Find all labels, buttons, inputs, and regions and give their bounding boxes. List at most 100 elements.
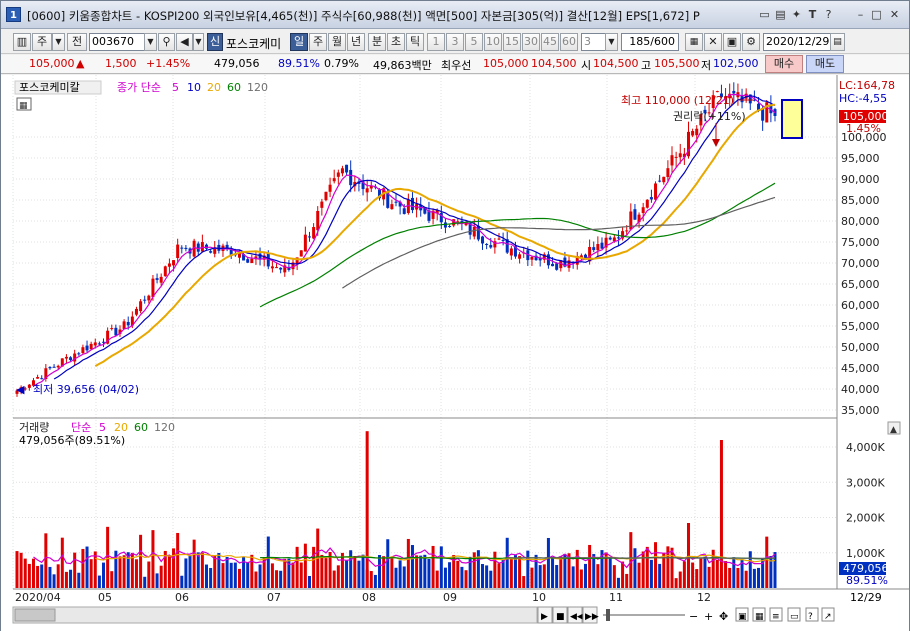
sound-icon[interactable]: ◀ (176, 33, 193, 51)
period-week[interactable]: 주 (309, 33, 327, 51)
volume-bar (637, 562, 641, 588)
menu-icon[interactable]: ▥ (13, 33, 31, 51)
window-icon[interactable]: ▭ (790, 612, 799, 622)
minute-45[interactable]: 45 (541, 33, 559, 51)
sell-button[interactable]: 매도 (806, 55, 844, 73)
search-icon[interactable]: ⚲ (158, 33, 175, 51)
restore-small-icon[interactable]: ▭ (757, 7, 772, 22)
volume-bar (538, 565, 542, 588)
maximize-icon[interactable]: □ (869, 7, 884, 22)
move-icon[interactable]: ✥ (719, 610, 728, 623)
volume-bar (225, 556, 229, 588)
candle-body (139, 301, 143, 312)
list-icon[interactable]: ≡ (772, 612, 780, 622)
period-day[interactable]: 일 (290, 33, 308, 51)
minute-5[interactable]: 5 (465, 33, 483, 51)
volume-bar (493, 551, 497, 588)
minute-30[interactable]: 30 (522, 33, 540, 51)
grid-icon[interactable]: ▦ (685, 33, 703, 51)
ma-60-label: 60 (227, 81, 241, 94)
minute-60[interactable]: 60 (560, 33, 578, 51)
period-tick[interactable]: 틱 (406, 33, 424, 51)
volume-bar (732, 557, 736, 588)
export-icon[interactable]: ↗ (824, 612, 832, 622)
volume-bar (349, 550, 353, 588)
candle-body (518, 254, 522, 259)
period-minute[interactable]: 분 (368, 33, 386, 51)
period-year[interactable]: 년 (347, 33, 365, 51)
stock-type-select[interactable]: 주 (32, 33, 52, 51)
credit-badge[interactable]: 신 (207, 33, 223, 51)
volume-bar (423, 554, 427, 588)
minute-10[interactable]: 10 (484, 33, 502, 51)
zoom-out-icon[interactable]: − (689, 610, 698, 623)
count-input[interactable]: 185/600 (621, 33, 679, 51)
candle-body (81, 347, 85, 354)
minute-1[interactable]: 1 (427, 33, 445, 51)
volume-bar (31, 558, 35, 588)
candle-body (443, 222, 447, 228)
low-price: 102,500 (713, 57, 759, 70)
date-input[interactable]: 2020/12/29 (763, 33, 831, 51)
panel-up-icon[interactable]: ▲ (890, 425, 897, 435)
calendar-icon[interactable]: ▤ (830, 33, 845, 51)
fast-back-icon[interactable]: ◀◀ (570, 612, 584, 622)
period-month[interactable]: 월 (328, 33, 346, 51)
scrollbar-thumb[interactable] (14, 608, 56, 622)
chevron-down-icon[interactable]: ▼ (605, 33, 618, 51)
tool-icon[interactable]: ✦ (789, 7, 804, 22)
volume-bar (658, 563, 662, 588)
candle-body (654, 183, 658, 200)
candle-body (122, 321, 126, 330)
forecast-box[interactable] (781, 99, 803, 139)
screen-icon[interactable]: ▤ (773, 7, 788, 22)
fast-forward-icon[interactable]: ▶▶ (585, 612, 599, 622)
x-tick-label: 07 (267, 591, 281, 604)
candle-body (402, 208, 406, 214)
gear-icon[interactable]: ⚙ (742, 33, 760, 51)
crosshair-icon[interactable]: ✕ (704, 33, 722, 51)
minute-15[interactable]: 15 (503, 33, 521, 51)
toolbar: ▥ 주 ▼ 전 003670 ▼ ⚲ ◀ ▼ 신 포스코케미 일 주 월 년 분… (1, 30, 909, 54)
help-small-icon[interactable]: ? (808, 612, 813, 622)
candle-body (89, 343, 93, 350)
volume-bar (275, 570, 279, 588)
text-icon[interactable]: T (805, 7, 820, 22)
candle-body (303, 234, 307, 252)
candle-body (509, 248, 513, 256)
candle-body (159, 276, 163, 283)
volume-bar (102, 562, 106, 588)
buy-button[interactable]: 매수 (765, 55, 803, 73)
chart-svg[interactable]: 포스코케미칼 종가 단순 5 10 20 60 120 ▦ 최고 110,000… (1, 75, 909, 631)
chevron-down-icon[interactable]: ▼ (193, 33, 204, 51)
interval-input[interactable]: 3 (581, 33, 606, 51)
volume-bar (172, 548, 176, 588)
help-icon[interactable]: ? (821, 7, 836, 22)
scrollbar-track[interactable] (12, 606, 538, 624)
period-second[interactable]: 초 (387, 33, 405, 51)
zoom-in-icon[interactable]: + (704, 610, 713, 623)
volume-bar (97, 575, 101, 588)
price-tick-label: 85,000 (841, 194, 880, 207)
stop-icon[interactable]: ■ (556, 612, 565, 622)
volume-bar (390, 558, 394, 588)
price-tick-label: 80,000 (841, 215, 880, 228)
priority-label: 최우선 (441, 59, 472, 72)
chart-settings-icon[interactable]: ▦ (755, 612, 764, 622)
high-note: 최고 110,000 (12/21) (621, 94, 734, 107)
scroll-right-icon[interactable]: ▶ (541, 612, 548, 622)
volume-bar (592, 554, 596, 588)
chevron-down-icon[interactable]: ▼ (144, 33, 157, 51)
lc-label: LC:164,78 (839, 79, 895, 92)
candle-body (93, 342, 97, 346)
prev-button[interactable]: 전 (67, 33, 87, 51)
fit-icon[interactable]: ▣ (738, 612, 747, 622)
candle-body (691, 131, 695, 136)
stock-code-input[interactable]: 003670 (89, 33, 145, 51)
minute-3[interactable]: 3 (446, 33, 464, 51)
close-icon[interactable]: ✕ (887, 7, 902, 22)
minimize-icon[interactable]: – (853, 7, 868, 22)
chevron-down-icon[interactable]: ▼ (52, 33, 65, 51)
chart-area[interactable]: 포스코케미칼 종가 단순 5 10 20 60 120 ▦ 최고 110,000… (1, 75, 909, 631)
save-icon[interactable]: ▣ (723, 33, 741, 51)
